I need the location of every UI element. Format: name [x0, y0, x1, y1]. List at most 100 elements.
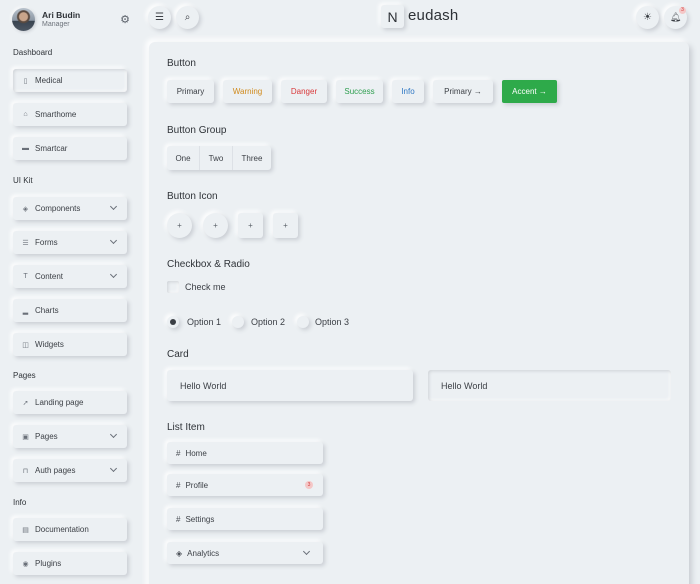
- group-button-one[interactable]: One: [167, 146, 200, 170]
- primary-arrow-button[interactable]: Primary →: [433, 80, 493, 103]
- section-card-title: Card: [167, 349, 189, 360]
- list-icon: ☰: [22, 239, 29, 247]
- avatar[interactable]: [12, 8, 35, 31]
- section-dashboard: Dashboard: [13, 48, 53, 57]
- radio-label-1: Option 1: [187, 317, 222, 327]
- user-role: Manager: [42, 21, 70, 28]
- sidebar-item-content[interactable]: T Content: [13, 265, 127, 288]
- section-list-item-title: List Item: [167, 422, 205, 433]
- success-button[interactable]: Success: [336, 80, 383, 103]
- list-item-analytics[interactable]: ◈ Analytics: [167, 542, 323, 564]
- layers-icon: ◈: [22, 205, 29, 213]
- group-button-three[interactable]: Three: [233, 146, 271, 170]
- chevron-down-icon: [109, 430, 118, 439]
- plus-icon: +: [283, 221, 288, 230]
- document-icon: ▤: [22, 526, 29, 534]
- sidebar-item-label: Smarthome: [35, 110, 77, 119]
- radio-option-2[interactable]: [232, 316, 244, 328]
- list-item-label: Analytics: [187, 548, 220, 558]
- sidebar: Ari Budin Manager ⚙ Dashboard ▯ Medical ⌂…: [0, 0, 140, 584]
- page-icon: ▣: [22, 433, 29, 441]
- checkbox[interactable]: [167, 281, 179, 293]
- car-icon: ▬: [22, 145, 29, 152]
- hash-icon: #: [176, 514, 181, 524]
- sidebar-item-label: Auth pages: [35, 466, 76, 475]
- sidebar-item-label: Medical: [35, 76, 63, 85]
- info-button[interactable]: Info: [392, 80, 424, 103]
- sidebar-item-smartcar[interactable]: ▬ Smartcar: [13, 137, 127, 160]
- radio-selected-dot: [170, 319, 176, 325]
- gear-icon[interactable]: ⚙: [119, 14, 131, 26]
- sidebar-item-label: Plugins: [35, 559, 62, 568]
- icon-button-square-2[interactable]: +: [273, 213, 298, 238]
- sidebar-item-label: Components: [35, 204, 81, 213]
- sidebar-item-smarthome[interactable]: ⌂ Smarthome: [13, 103, 127, 126]
- sidebar-item-charts[interactable]: ▂ Charts: [13, 299, 127, 322]
- theme-toggle-button[interactable]: ☀: [636, 6, 659, 29]
- radio-label-2: Option 2: [251, 317, 286, 327]
- icon-button-square-1[interactable]: +: [238, 213, 263, 238]
- card-raised: Hello World: [167, 370, 413, 401]
- chevron-down-icon: [109, 464, 118, 473]
- chevron-down-icon: [109, 236, 118, 245]
- group-button-two[interactable]: Two: [200, 146, 233, 170]
- menu-icon: ☰: [155, 12, 164, 23]
- sidebar-item-components[interactable]: ◈ Components: [13, 197, 127, 220]
- sidebar-item-medical[interactable]: ▯ Medical: [13, 69, 127, 92]
- sidebar-item-landing-page[interactable]: ➚ Landing page: [13, 391, 127, 414]
- list-item-profile[interactable]: # Profile 3: [167, 474, 323, 496]
- chevron-down-icon: [109, 202, 118, 211]
- plus-icon: +: [248, 221, 253, 230]
- layers-icon: ◈: [176, 548, 183, 558]
- search-icon: ⌕: [184, 12, 191, 23]
- accent-button[interactable]: Accent →: [502, 80, 557, 103]
- sidebar-item-label: Charts: [35, 306, 59, 315]
- text-icon: T: [23, 273, 28, 280]
- sidebar-item-documentation[interactable]: ▤ Documentation: [13, 518, 127, 541]
- sidebar-item-label: Widgets: [35, 340, 64, 349]
- list-item-label: Profile: [185, 480, 209, 490]
- menu-toggle-button[interactable]: ☰: [148, 6, 171, 29]
- radio-option-3[interactable]: [297, 316, 309, 328]
- brand-name: eudash: [408, 7, 459, 24]
- widgets-icon: ◫: [22, 341, 29, 349]
- sidebar-item-pages[interactable]: ▣ Pages: [13, 425, 127, 448]
- sidebar-item-auth-pages[interactable]: ⊓ Auth pages: [13, 459, 127, 482]
- radio-label-3: Option 3: [315, 317, 350, 327]
- icon-button-round-2[interactable]: +: [203, 213, 228, 238]
- user-name: Ari Budin: [42, 10, 81, 20]
- section-button-icon-title: Button Icon: [167, 191, 218, 202]
- list-item-label: Settings: [185, 514, 215, 524]
- notifications-button[interactable]: 🔔︎ 3: [664, 6, 687, 29]
- lock-icon: ⊓: [22, 467, 29, 475]
- sidebar-item-plugins[interactable]: ◉ Plugins: [13, 552, 127, 575]
- sidebar-item-forms[interactable]: ☰ Forms: [13, 231, 127, 254]
- bell-icon: 🔔︎: [669, 12, 682, 22]
- plus-icon: +: [213, 221, 218, 230]
- checkbox-label: Check me: [185, 282, 226, 292]
- sun-icon: ☀: [643, 12, 652, 23]
- home-icon: ⌂: [23, 111, 28, 118]
- sidebar-item-label: Landing page: [35, 398, 84, 407]
- section-pages: Pages: [13, 371, 36, 380]
- sidebar-item-label: Documentation: [35, 525, 89, 534]
- section-ui-kit: UI Kit: [13, 176, 33, 185]
- list-item-home[interactable]: # Home: [167, 442, 323, 464]
- list-item-badge: 3: [305, 481, 313, 489]
- warning-button[interactable]: Warning: [223, 80, 272, 103]
- sidebar-item-widgets[interactable]: ◫ Widgets: [13, 333, 127, 356]
- danger-button[interactable]: Danger: [281, 80, 327, 103]
- user-profile[interactable]: Ari Budin Manager ⚙: [12, 8, 132, 32]
- list-item-settings[interactable]: # Settings: [167, 508, 323, 530]
- bar-chart-icon: ▂: [22, 307, 29, 315]
- list-item-label: Home: [185, 448, 207, 458]
- chevron-down-icon: [302, 547, 311, 556]
- primary-button[interactable]: Primary: [167, 80, 214, 103]
- section-info: Info: [13, 498, 27, 507]
- radio-option-1[interactable]: [167, 316, 179, 328]
- rocket-icon: ➚: [22, 399, 29, 407]
- icon-button-round-1[interactable]: +: [167, 213, 192, 238]
- clipboard-icon: ▯: [23, 77, 28, 85]
- search-button[interactable]: ⌕: [176, 6, 199, 29]
- sidebar-item-label: Content: [35, 272, 64, 281]
